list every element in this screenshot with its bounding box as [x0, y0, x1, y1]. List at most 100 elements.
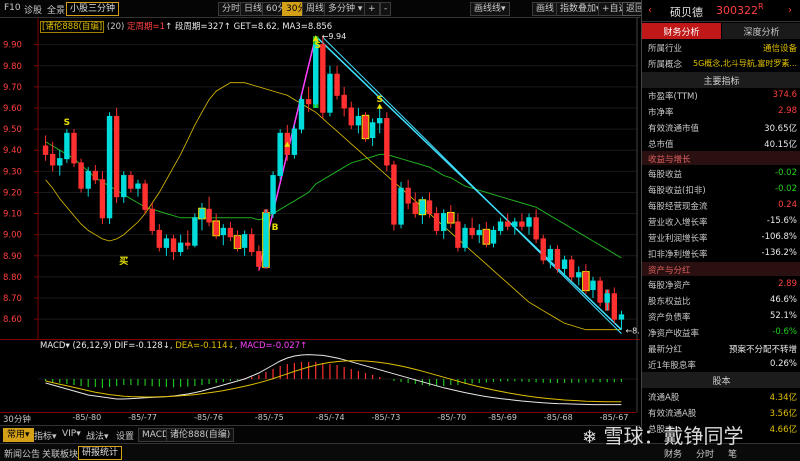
low-price-label: ←8.55: [625, 327, 640, 336]
metric-row: 净资产收益率 -0.6%: [642, 325, 800, 341]
metric-value: 2.89: [778, 279, 797, 289]
candle-body: [433, 213, 440, 231]
candle-body: [604, 293, 610, 303]
candle-body: [348, 107, 354, 126]
candle-body: [57, 158, 63, 166]
metric-label: 净资产收益率: [648, 329, 700, 339]
s-mark: S: [64, 118, 70, 128]
metric-row: 市净率 2.98: [642, 104, 800, 120]
candle-body: [106, 115, 113, 219]
metric-label: 近1年股息率: [648, 361, 696, 371]
candle-body: [313, 44, 319, 105]
time-tick-label: -85/-70: [437, 413, 467, 422]
settings-button[interactable]: 设置: [116, 429, 134, 442]
time-tick-label: -85/-75: [254, 413, 284, 422]
price-tick-label: 9.20: [3, 188, 22, 198]
metric-row: 有效流通市值 30.65亿: [642, 120, 800, 136]
metric-row: 每股收益(扣非) -0.02: [642, 182, 800, 198]
metric-label: 每股净资产: [648, 281, 691, 291]
top-toolbar: F10 诊股 全景 小股三分钟 分时 日线 60分 30分 周线 多分钟 ▾ +…: [0, 0, 649, 18]
candle-body: [583, 272, 589, 291]
candle-body: [220, 227, 227, 236]
macd-label[interactable]: MACD: [40, 341, 65, 351]
candle-body: [597, 280, 603, 303]
tab-indicator[interactable]: 指标▾: [34, 429, 57, 442]
draw-button[interactable]: 画线: [532, 2, 559, 16]
candle-body: [121, 175, 127, 198]
chevron-down-icon: ▾: [52, 432, 57, 442]
candle-body: [554, 248, 561, 269]
candle-body: [455, 221, 461, 248]
growth-section-header: 收益与增长: [642, 151, 800, 165]
indicator-name-tag[interactable]: [诸伦888(自编]: [40, 21, 105, 33]
concept-value[interactable]: 5G概念,北斗导航,富时罗素...: [693, 58, 797, 69]
candle-body: [298, 99, 305, 130]
metric-row: 股东权益比 46.6%: [642, 293, 800, 309]
metric-value: 374.6: [772, 90, 797, 100]
candle-body: [341, 94, 347, 109]
metric-row: 有效流通A股 3.56亿: [642, 405, 800, 421]
time-tick-label: -85/-68: [543, 413, 573, 422]
zoom-in-button[interactable]: +: [364, 2, 380, 16]
s-mark: S: [314, 41, 320, 51]
research-report-link[interactable]: 研报统计: [78, 446, 123, 460]
metric-row: 近1年股息率 0.26%: [642, 357, 800, 373]
custom-indicator-tab[interactable]: 诸伦888(自编): [166, 428, 235, 442]
tab-deep-analysis[interactable]: 深度分析: [722, 23, 800, 39]
capital-header: 股本: [642, 372, 800, 388]
chevron-down-icon: ▾: [357, 4, 363, 14]
macd-params: (26,12,9): [72, 341, 112, 351]
candle-body: [156, 229, 163, 248]
metric-row: 每股经营现金流 0.24: [642, 198, 800, 214]
candle-body: [504, 221, 511, 227]
metric-row: 流通A股 4.34亿: [642, 389, 800, 405]
full-view-button[interactable]: 全景: [47, 3, 65, 16]
tab-vip[interactable]: VIP▾: [62, 429, 81, 439]
concept-row: 所属概念 5G概念,北斗导航,富时罗素...: [642, 56, 800, 72]
back-arrow-icon[interactable]: ‹: [648, 5, 652, 16]
candle-body: [618, 314, 625, 320]
metric-row: 资产负债率 52.1%: [642, 309, 800, 325]
tab-common[interactable]: 常用▾: [3, 428, 34, 442]
tab-finance-analysis[interactable]: 财务分析: [642, 23, 721, 39]
price-tick-label: 8.80: [3, 273, 22, 283]
time-labels: -85/-80 -85/-77 -85/-76 -85/-75 -85/-74 -85/-…: [0, 413, 640, 425]
metric-row: 最新分红 预案不分配不转增: [642, 341, 800, 357]
down-arrow-icon: ↓: [227, 341, 235, 351]
zoom-out-button[interactable]: -: [380, 2, 392, 16]
price-tick-label: 8.70: [3, 294, 22, 304]
news-announcement-link[interactable]: 新闻公告: [4, 447, 40, 460]
main-indicators-header: 主要指标: [642, 72, 800, 88]
metric-label: 每股收益(扣非): [648, 186, 706, 196]
tab-strategy[interactable]: 战法▾: [86, 429, 109, 442]
period-tab-multi[interactable]: 多分钟 ▾: [324, 2, 367, 16]
watermark-label: 雪球：戴铮同学: [603, 424, 744, 448]
time-tick-label: -85/-80: [72, 413, 102, 422]
stock-info-panel: ‹ 硕贝德 300322 R › 财务分析 深度分析 所属行业 通信设备 所属概…: [641, 0, 800, 443]
diagnose-button[interactable]: 诊股: [24, 3, 42, 16]
up-arrow-icon: ↑: [223, 22, 231, 32]
time-tick-label: -85/-74: [315, 413, 345, 422]
metric-label: 营业利润增长率: [648, 234, 708, 244]
candle-body: [49, 153, 56, 166]
candle-body: [483, 229, 490, 244]
tab-indicator-label: 指标: [34, 432, 53, 442]
price-tick-label: 9.50: [3, 125, 22, 135]
candle-body: [405, 187, 411, 204]
metric-row: 营业利润增长率 -106.8%: [642, 230, 800, 246]
candlestick-chart[interactable]: 9.90 9.80 9.70 9.60 9.50 9.40 9.30 9.20 9.10 9.00…: [0, 18, 640, 339]
candle-body: [391, 164, 397, 225]
price-tick-label: 8.90: [3, 252, 22, 262]
forward-arrow-icon[interactable]: ›: [788, 5, 792, 16]
draw-line-button[interactable]: 画线线▾: [470, 2, 510, 16]
chevron-down-icon: ▾: [501, 4, 506, 14]
metric-label: 最新分红: [648, 345, 683, 355]
f10-button[interactable]: F10: [4, 3, 21, 13]
small-tool-button[interactable]: 小股三分钟: [66, 2, 120, 16]
candle-body: [476, 229, 482, 236]
industry-value[interactable]: 通信设备: [763, 42, 797, 54]
candle-body: [334, 73, 340, 96]
candle-body: [490, 229, 497, 244]
related-sector-link[interactable]: 关联板块: [42, 447, 78, 460]
metric-label: 资产负债率: [648, 313, 691, 323]
